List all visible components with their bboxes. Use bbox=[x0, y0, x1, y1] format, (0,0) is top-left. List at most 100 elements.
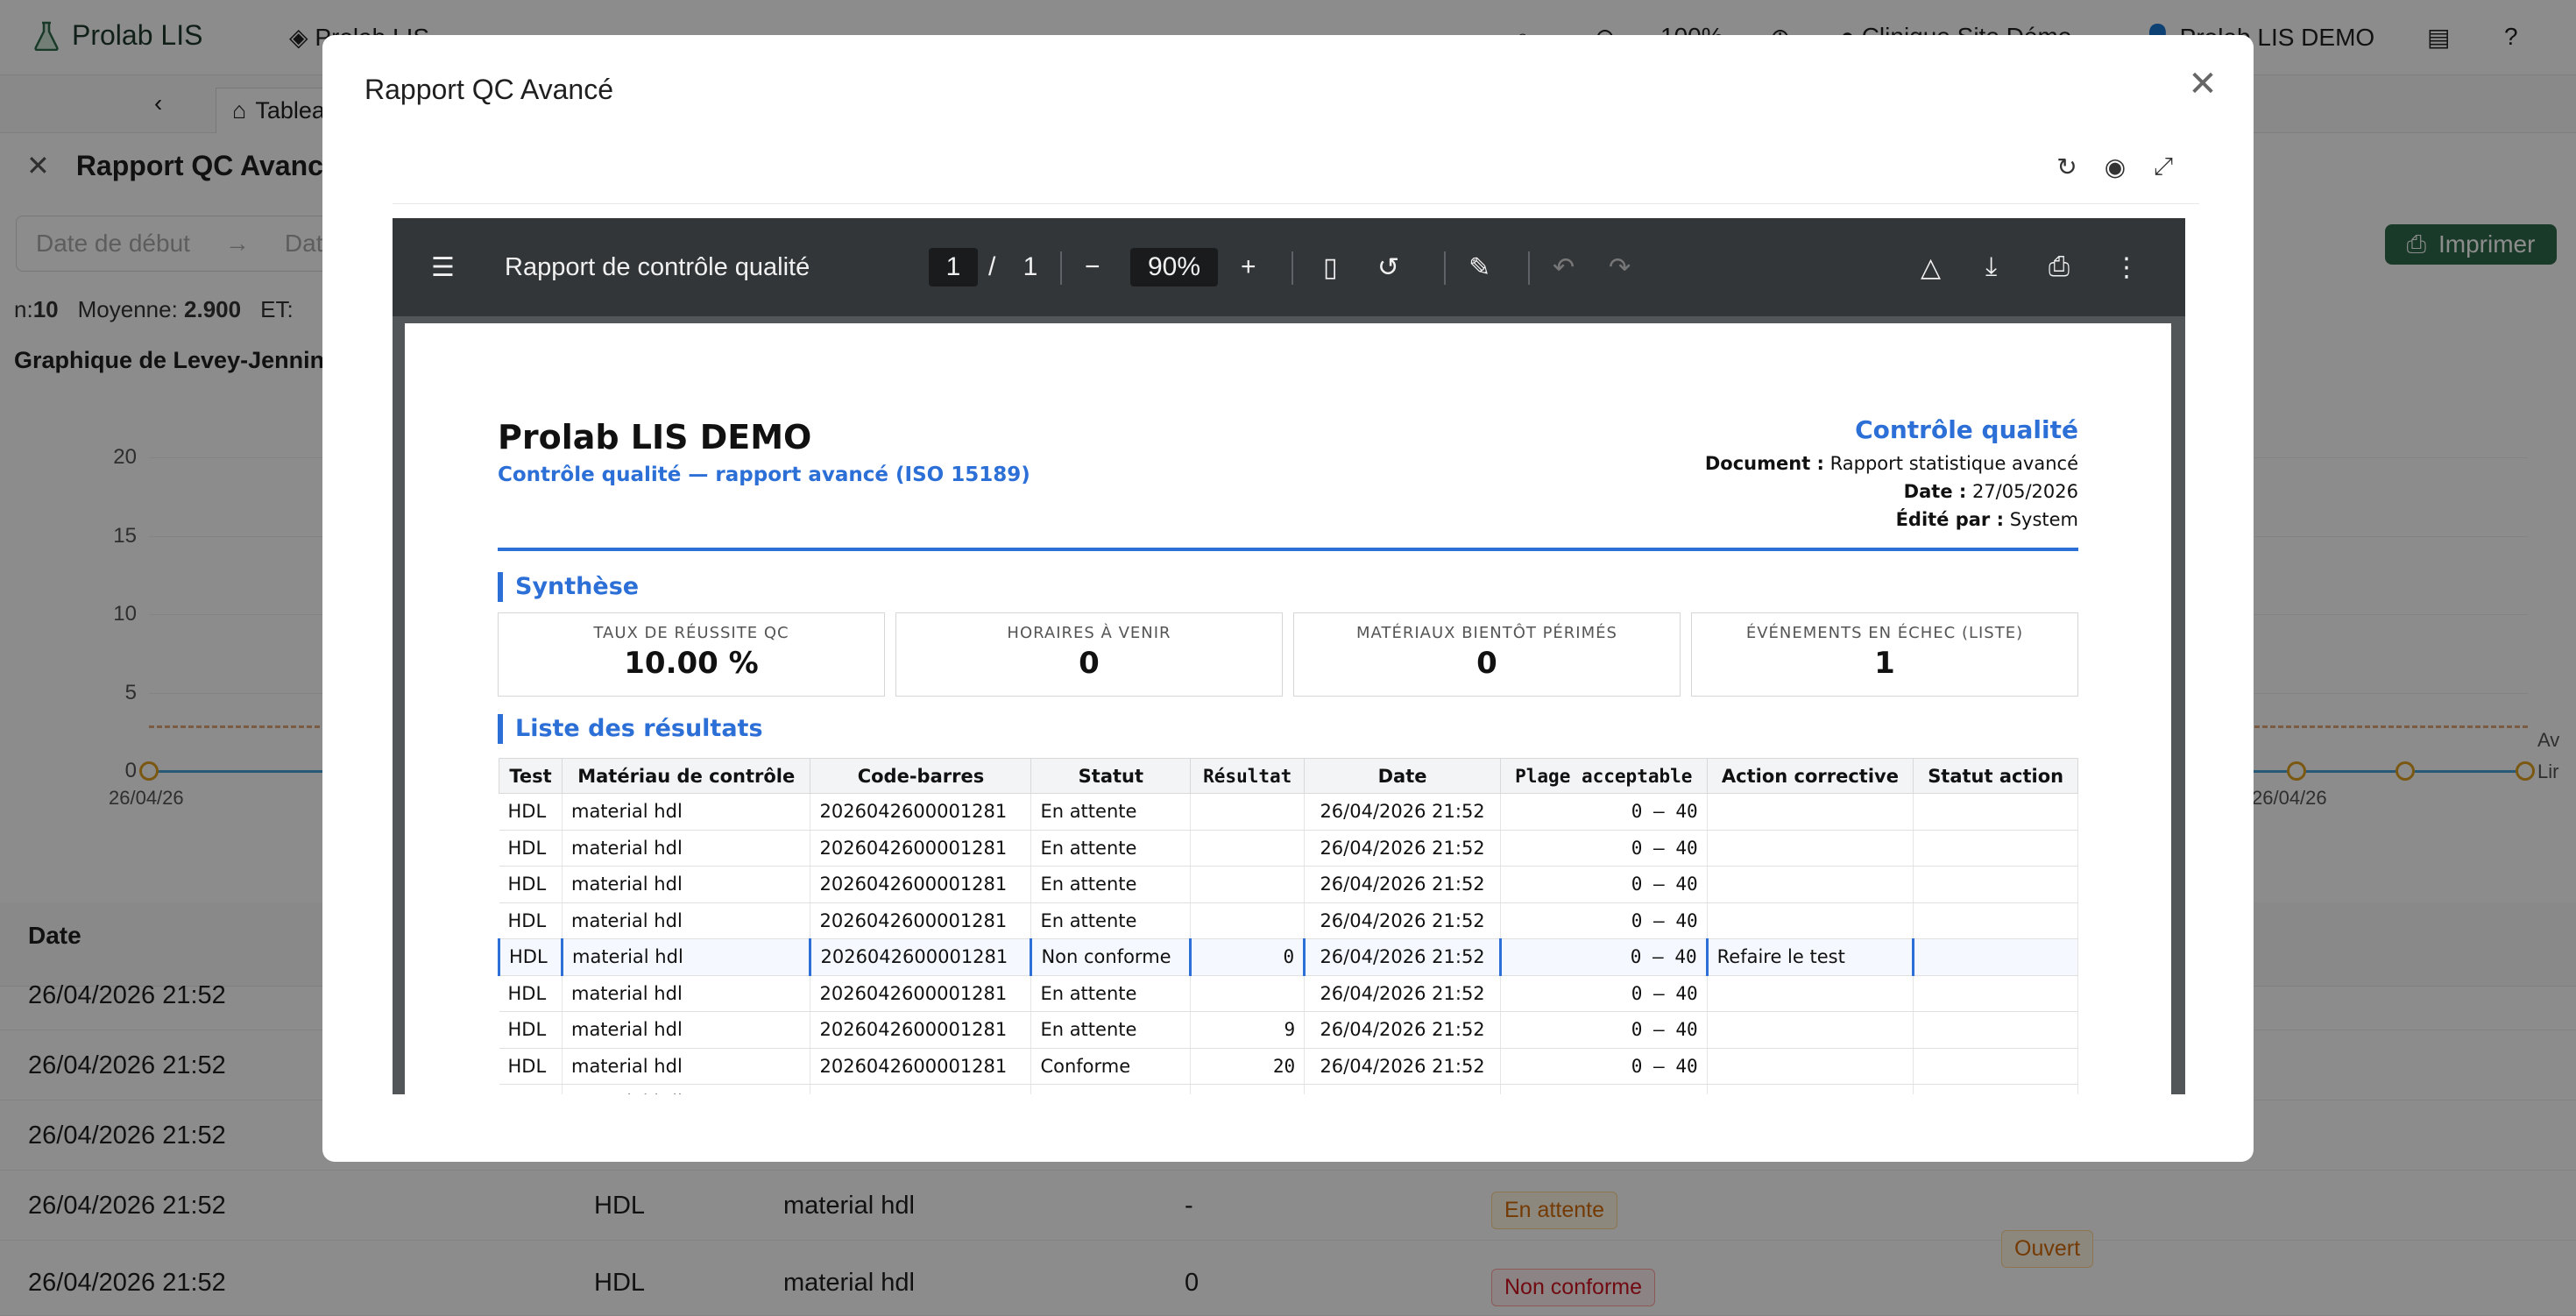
drive-icon[interactable]: △ bbox=[1921, 248, 1941, 287]
draw-icon[interactable]: ✎ bbox=[1468, 248, 1490, 287]
results-header-row: Test Matériau de contrôle Code-barres St… bbox=[499, 758, 2078, 794]
card-value: 0 bbox=[1476, 646, 1497, 681]
zoom-out-button[interactable]: − bbox=[1085, 248, 1100, 287]
cell-test: HDL bbox=[499, 1011, 563, 1049]
refresh-icon[interactable]: ↻ bbox=[2051, 151, 2083, 182]
page-total: 1 bbox=[1023, 252, 1038, 281]
cell-status: Non conforme bbox=[1030, 938, 1192, 976]
cell-date: 26/04/2026 21:52 bbox=[1304, 1011, 1501, 1049]
cell-test: HDL bbox=[499, 1084, 563, 1094]
cell-status: En attente bbox=[1030, 1084, 1192, 1094]
table-row: HDLmaterial hdl2026042600001281En attent… bbox=[499, 1084, 2078, 1094]
cell-status: En attente bbox=[1030, 975, 1192, 1012]
table-row: HDLmaterial hdl2026042600001281En attent… bbox=[499, 902, 2078, 939]
cell-status: En attente bbox=[1030, 1011, 1192, 1049]
cell-barcode: 2026042600001281 bbox=[810, 1048, 1032, 1085]
meta-editor-value: System bbox=[2009, 509, 2078, 530]
cell-barcode: 2026042600001281 bbox=[810, 1084, 1032, 1094]
cell-action bbox=[1707, 1084, 1914, 1094]
cell-material: material hdl bbox=[562, 1048, 811, 1085]
header-rule bbox=[498, 548, 2078, 551]
zoom-in-button[interactable]: + bbox=[1241, 248, 1256, 287]
rotate-icon[interactable]: ↺ bbox=[1377, 248, 1399, 287]
cell-barcode: 2026042600001281 bbox=[810, 1011, 1032, 1049]
download-icon[interactable]: ⤓ bbox=[1985, 248, 1997, 287]
cell-action-status bbox=[1913, 902, 2078, 939]
meta-document-label: Document : bbox=[1704, 453, 1824, 474]
card-upcoming-schedules: HORAIRES À VENIR 0 bbox=[895, 612, 1283, 697]
cell-material: material hdl bbox=[562, 975, 811, 1012]
table-row: HDLmaterial hdl2026042600001281En attent… bbox=[499, 866, 2078, 903]
cell-material: material hdl bbox=[562, 1011, 811, 1049]
cell-date: 26/04/2026 21:52 bbox=[1304, 830, 1501, 867]
cell-test: HDL bbox=[499, 830, 563, 867]
cell-range: 0 – 40 bbox=[1500, 1011, 1708, 1049]
table-row: HDL material hdl 2026042600001281 Non confo… bbox=[498, 938, 2078, 976]
cell-test: HDL bbox=[499, 975, 563, 1012]
card-label: ÉVÉNEMENTS EN ÉCHEC (LISTE) bbox=[1745, 624, 2024, 642]
section-summary: Synthèse bbox=[498, 572, 639, 602]
eye-icon[interactable]: ◉ bbox=[2099, 151, 2131, 182]
cell-action bbox=[1707, 793, 1914, 831]
cell-action-status bbox=[1913, 793, 2078, 831]
card-pass-rate: TAUX DE RÉUSSITE QC 10.00 % bbox=[498, 612, 885, 697]
cell-result: 20 bbox=[1190, 1048, 1306, 1085]
cell-status: Conforme bbox=[1030, 1048, 1192, 1085]
modal-title: Rapport QC Avancé bbox=[364, 74, 614, 105]
cell-action bbox=[1707, 902, 1914, 939]
cell-result: 9 bbox=[1190, 1011, 1306, 1049]
card-failed-events: ÉVÉNEMENTS EN ÉCHEC (LISTE) 1 bbox=[1691, 612, 2078, 697]
cell-result bbox=[1190, 793, 1306, 831]
fit-page-icon[interactable]: ▯ bbox=[1323, 248, 1338, 287]
menu-icon[interactable]: ☰ bbox=[431, 248, 455, 287]
zoom-input[interactable]: 90% bbox=[1130, 248, 1218, 287]
divider bbox=[393, 203, 2199, 204]
meta-editor-label: Édité par : bbox=[1895, 509, 2004, 530]
cell-action bbox=[1707, 975, 1914, 1012]
card-label: HORAIRES À VENIR bbox=[1007, 624, 1171, 642]
col-test: Test bbox=[499, 758, 563, 794]
cell-range: 0 – 40 bbox=[1500, 866, 1708, 903]
cell-status: En attente bbox=[1030, 866, 1192, 903]
meta-date-value: 27/05/2026 bbox=[1971, 481, 2078, 502]
col-result: Résultat bbox=[1190, 758, 1306, 794]
cell-result bbox=[1190, 1084, 1306, 1094]
cell-action-status bbox=[1913, 975, 2078, 1012]
results-table-body: HDL material hdl 2026042600001281 En attent… bbox=[498, 793, 2078, 1094]
undo-icon[interactable]: ↶ bbox=[1553, 248, 1575, 287]
cell-action-status bbox=[1913, 1084, 2078, 1094]
cell-result bbox=[1190, 866, 1306, 903]
report-meta: Contrôle qualité Document : Rapport stat… bbox=[1705, 414, 2078, 534]
col-action: Action corrective bbox=[1706, 758, 1914, 794]
cell-range: 0 – 40 bbox=[1500, 793, 1708, 831]
more-options-icon[interactable]: ⋮ bbox=[2113, 248, 2140, 287]
cell-action-status bbox=[1913, 866, 2078, 903]
redo-icon[interactable]: ↷ bbox=[1609, 248, 1631, 287]
pdf-page: Prolab LIS DEMO Contrôle qualité — rappo… bbox=[405, 323, 2171, 1094]
toolbar-divider bbox=[1528, 251, 1530, 285]
fullscreen-icon[interactable]: ⤢ bbox=[2148, 151, 2179, 182]
cell-action bbox=[1707, 830, 1914, 867]
cell-result bbox=[1190, 902, 1306, 939]
cell-date: 26/04/2026 21:52 bbox=[1304, 1048, 1501, 1085]
print-icon[interactable]: ⎙ bbox=[2049, 248, 2070, 287]
col-material: Matériau de contrôle bbox=[561, 758, 811, 794]
cell-status: En attente bbox=[1030, 793, 1192, 831]
page-number-input[interactable]: 1 bbox=[929, 248, 978, 287]
cell-test: HDL bbox=[499, 902, 563, 939]
cell-action-status bbox=[1913, 830, 2078, 867]
cell-result: 0 bbox=[1189, 938, 1306, 976]
page-separator: / bbox=[988, 252, 996, 281]
cell-date: 26/04/2026 21:52 bbox=[1303, 938, 1501, 976]
cell-material: material hdl bbox=[562, 866, 811, 903]
close-icon[interactable]: ✕ bbox=[2185, 65, 2220, 103]
card-value: 10.00 % bbox=[624, 646, 759, 681]
cell-range: 0 – 40 bbox=[1500, 1048, 1708, 1085]
pdf-viewer: ☰ Rapport de contrôle qualité 1 / 1 − 90… bbox=[393, 218, 2185, 1094]
cell-result bbox=[1190, 830, 1306, 867]
table-row: HDLmaterial hdl2026042600001281En attent… bbox=[499, 793, 2078, 831]
col-date: Date bbox=[1304, 758, 1501, 794]
card-label: MATÉRIAUX BIENTÔT PÉRIMÉS bbox=[1356, 624, 1617, 642]
cell-action bbox=[1707, 1011, 1914, 1049]
cell-date: 26/04/2026 21:52 bbox=[1304, 1084, 1501, 1094]
